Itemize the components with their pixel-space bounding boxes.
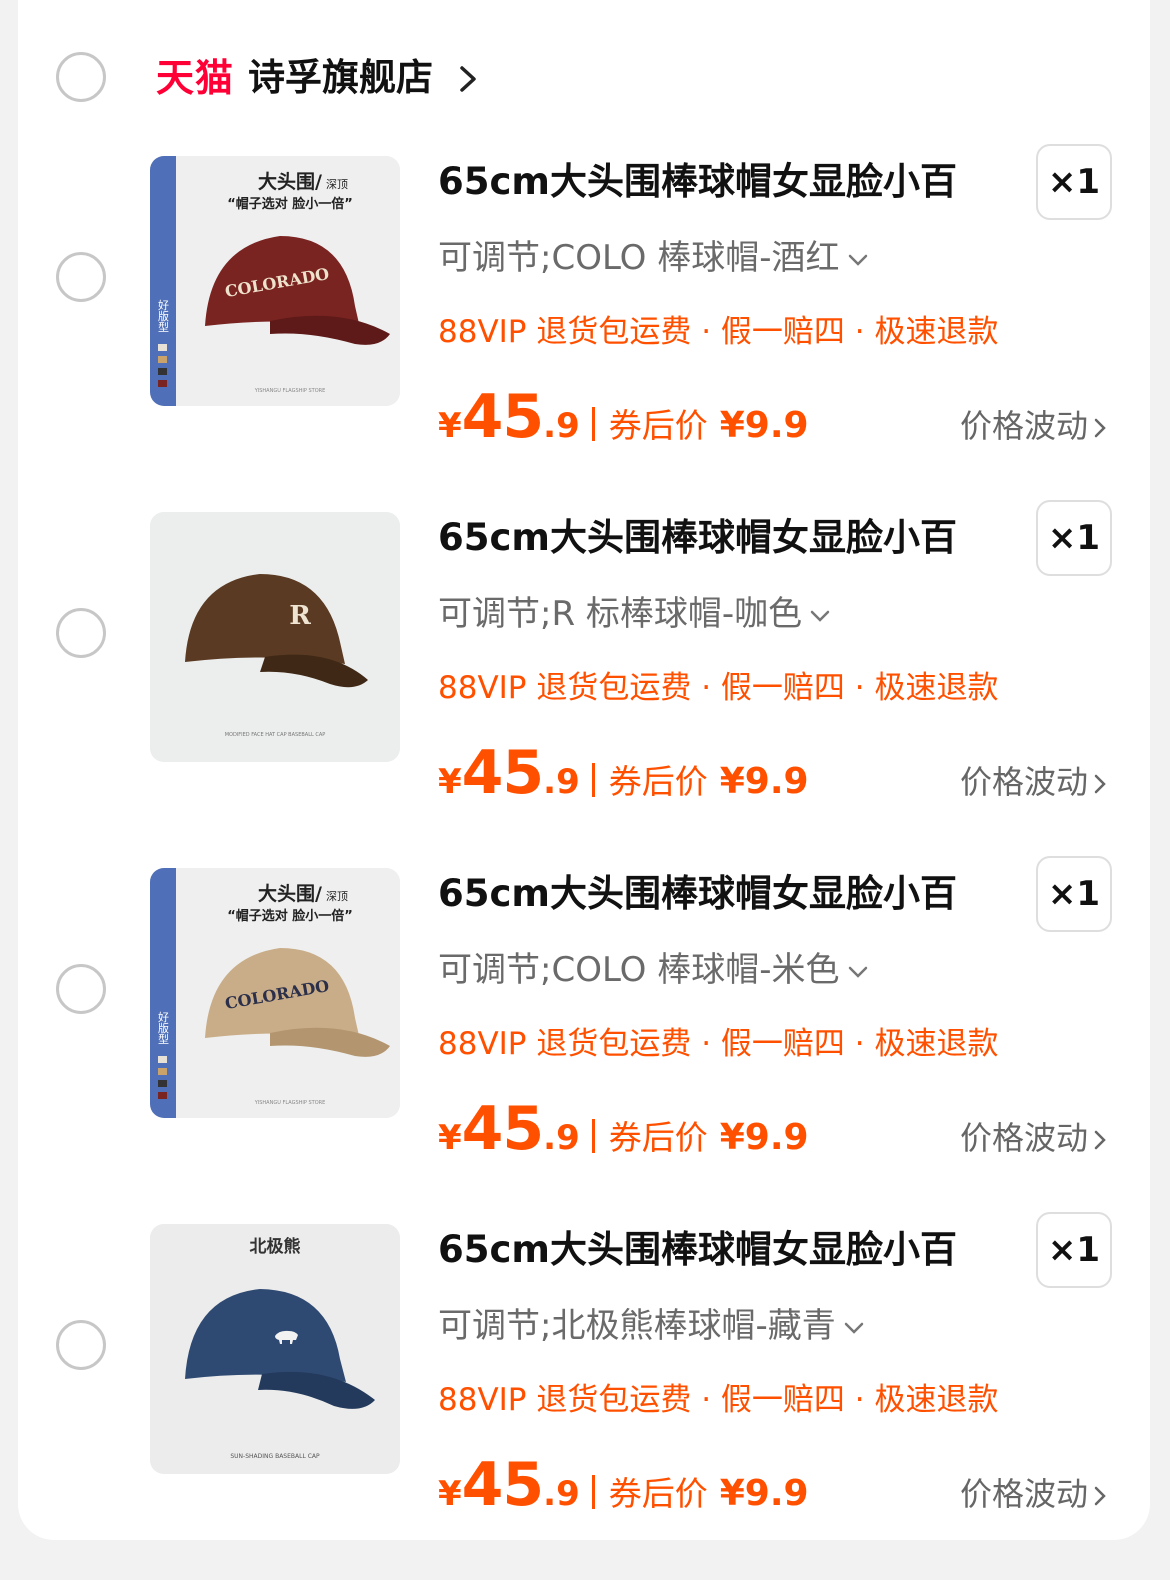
currency-symbol: ¥ bbox=[438, 1118, 462, 1158]
currency-symbol: ¥ bbox=[438, 1474, 462, 1514]
cart-item: 好版型 大头围/ 深顶 “帽子选对 脸小一倍” COLORADO YISHANG… bbox=[18, 144, 1150, 512]
product-title[interactable]: 65cm大头围棒球帽女显脸小百 bbox=[438, 868, 1018, 920]
product-image[interactable]: 好版型 大头围/ 深顶 “帽子选对 脸小一倍” COLORADO YISHANG… bbox=[150, 868, 400, 1118]
price-decimal: .9 bbox=[543, 406, 580, 446]
price-trend-label: 价格波动 bbox=[960, 407, 1089, 445]
coupon-price: ¥9.9 bbox=[719, 761, 809, 802]
quantity-button[interactable]: ×1 bbox=[1036, 500, 1112, 576]
spec-label: 可调节;COLO 棒球帽-酒红 bbox=[438, 238, 840, 278]
coupon-label: 券后价 bbox=[608, 406, 708, 445]
price-trend-label: 价格波动 bbox=[960, 1119, 1089, 1157]
price-divider bbox=[591, 763, 595, 797]
price-row: ¥45.9 券后价 ¥9.9 bbox=[438, 738, 809, 818]
price-decimal: .9 bbox=[543, 1474, 580, 1514]
image-headline: 北极熊 bbox=[250, 1236, 301, 1257]
chevron-right-icon[interactable] bbox=[454, 62, 484, 96]
spec-selector[interactable]: 可调节;COLO 棒球帽-酒红 bbox=[438, 232, 870, 284]
service-tags: 88VIP 退货包运费 · 假一赔四 · 极速退款 bbox=[438, 314, 999, 350]
image-footer: SUN-SHADING BASEBALL CAP bbox=[230, 1453, 320, 1460]
price-row: ¥45.9 券后价 ¥9.9 bbox=[438, 1450, 809, 1530]
spec-label: 可调节;COLO 棒球帽-米色 bbox=[438, 950, 840, 990]
currency-symbol: ¥ bbox=[438, 762, 462, 802]
coupon-price: ¥9.9 bbox=[719, 405, 809, 446]
price-divider bbox=[591, 407, 595, 441]
spec-label: 可调节;北极熊棒球帽-藏青 bbox=[438, 1306, 836, 1346]
price-trend-link[interactable]: 价格波动 bbox=[960, 1470, 1108, 1518]
currency-symbol: ¥ bbox=[438, 406, 462, 446]
chevron-down-icon bbox=[844, 1322, 863, 1334]
price-divider bbox=[591, 1475, 595, 1509]
image-headline: 大头围/ bbox=[258, 882, 322, 905]
item-select-radio[interactable] bbox=[56, 608, 106, 658]
image-headline-small: 深顶 bbox=[326, 178, 348, 191]
price-trend-label: 价格波动 bbox=[960, 1475, 1089, 1513]
image-headline: 大头围/ bbox=[258, 170, 322, 193]
price-trend-link[interactable]: 价格波动 bbox=[960, 1114, 1108, 1162]
service-tags: 88VIP 退货包运费 · 假一赔四 · 极速退款 bbox=[438, 1026, 999, 1062]
chevron-down-icon bbox=[810, 610, 830, 622]
spec-selector[interactable]: 可调节;COLO 棒球帽-米色 bbox=[438, 944, 870, 996]
spec-label: 可调节;R 标棒球帽-咖色 bbox=[438, 594, 803, 634]
cart-item: 好版型 大头围/ 深顶 “帽子选对 脸小一倍” COLORADO YISHANG… bbox=[18, 856, 1150, 1224]
coupon-label: 券后价 bbox=[608, 1474, 708, 1513]
shop-select-radio[interactable] bbox=[56, 52, 106, 102]
spec-selector[interactable]: 可调节;R 标棒球帽-咖色 bbox=[438, 588, 832, 640]
image-footer: YISHANGU FLAGSHIP STORE bbox=[254, 1100, 326, 1106]
price-row: ¥45.9 券后价 ¥9.9 bbox=[438, 1094, 809, 1174]
item-select-radio[interactable] bbox=[56, 252, 106, 302]
image-headline-small: 深顶 bbox=[326, 890, 348, 903]
shop-name-link[interactable]: 诗孚旗舰店 bbox=[248, 52, 433, 104]
chevron-right-icon bbox=[1094, 1130, 1106, 1150]
price-row: ¥45.9 券后价 ¥9.9 bbox=[438, 382, 809, 462]
price-divider bbox=[591, 1119, 595, 1153]
cart-item: 北极熊 SUN-SHADING BASEBALL CAP 65cm大头围棒球帽女… bbox=[18, 1212, 1150, 1580]
price-trend-link[interactable]: 价格波动 bbox=[960, 402, 1108, 450]
side-label: 好版型 bbox=[157, 1010, 170, 1044]
chevron-right-icon bbox=[1094, 774, 1106, 794]
product-image[interactable]: R MODIFIED FACE HAT CAP BASEBALL CAP bbox=[150, 512, 400, 762]
price-integer: 45 bbox=[461, 382, 544, 452]
coupon-label: 券后价 bbox=[608, 762, 708, 801]
coupon-price: ¥9.9 bbox=[719, 1473, 809, 1514]
service-tags: 88VIP 退货包运费 · 假一赔四 · 极速退款 bbox=[438, 1382, 999, 1418]
tmall-logo: 天猫 bbox=[156, 56, 235, 100]
chevron-down-icon bbox=[848, 254, 867, 266]
image-subline: “帽子选对 脸小一倍” bbox=[227, 908, 353, 924]
quantity-button[interactable]: ×1 bbox=[1036, 1212, 1112, 1288]
price-decimal: .9 bbox=[543, 1118, 580, 1158]
image-footer: YISHANGU FLAGSHIP STORE bbox=[254, 388, 326, 394]
price-trend-label: 价格波动 bbox=[960, 763, 1089, 801]
service-tags: 88VIP 退货包运费 · 假一赔四 · 极速退款 bbox=[438, 670, 999, 706]
item-select-radio[interactable] bbox=[56, 1320, 106, 1370]
image-subline: “帽子选对 脸小一倍” bbox=[227, 196, 353, 212]
product-title[interactable]: 65cm大头围棒球帽女显脸小百 bbox=[438, 1224, 1018, 1276]
quantity-button[interactable]: ×1 bbox=[1036, 144, 1112, 220]
coupon-price: ¥9.9 bbox=[719, 1117, 809, 1158]
product-image[interactable]: 北极熊 SUN-SHADING BASEBALL CAP bbox=[150, 1224, 400, 1474]
image-footer: MODIFIED FACE HAT CAP BASEBALL CAP bbox=[225, 732, 326, 738]
cart-item: R MODIFIED FACE HAT CAP BASEBALL CAP 65c… bbox=[18, 500, 1150, 868]
quantity-button[interactable]: ×1 bbox=[1036, 856, 1112, 932]
price-integer: 45 bbox=[461, 738, 544, 808]
spec-selector[interactable]: 可调节;北极熊棒球帽-藏青 bbox=[438, 1300, 866, 1352]
item-select-radio[interactable] bbox=[56, 964, 106, 1014]
product-title[interactable]: 65cm大头围棒球帽女显脸小百 bbox=[438, 512, 1018, 564]
chevron-right-icon bbox=[1094, 418, 1106, 438]
price-decimal: .9 bbox=[543, 762, 580, 802]
coupon-label: 券后价 bbox=[608, 1118, 708, 1157]
price-integer: 45 bbox=[461, 1094, 544, 1164]
chevron-right-icon bbox=[1094, 1486, 1106, 1506]
cap-logo-text: R bbox=[289, 601, 311, 631]
side-label: 好版型 bbox=[157, 298, 170, 332]
price-trend-link[interactable]: 价格波动 bbox=[960, 758, 1108, 806]
shop-cart-card: 天猫 诗孚旗舰店 好版型 大头围/ 深顶 “帽子选对 脸小一倍” COLORAD bbox=[18, 0, 1150, 1540]
shop-header: 天猫 诗孚旗舰店 bbox=[18, 0, 1150, 150]
product-title[interactable]: 65cm大头围棒球帽女显脸小百 bbox=[438, 156, 1018, 208]
price-integer: 45 bbox=[461, 1450, 544, 1520]
product-image[interactable]: 好版型 大头围/ 深顶 “帽子选对 脸小一倍” COLORADO YISHANG… bbox=[150, 156, 400, 406]
chevron-down-icon bbox=[848, 966, 867, 978]
